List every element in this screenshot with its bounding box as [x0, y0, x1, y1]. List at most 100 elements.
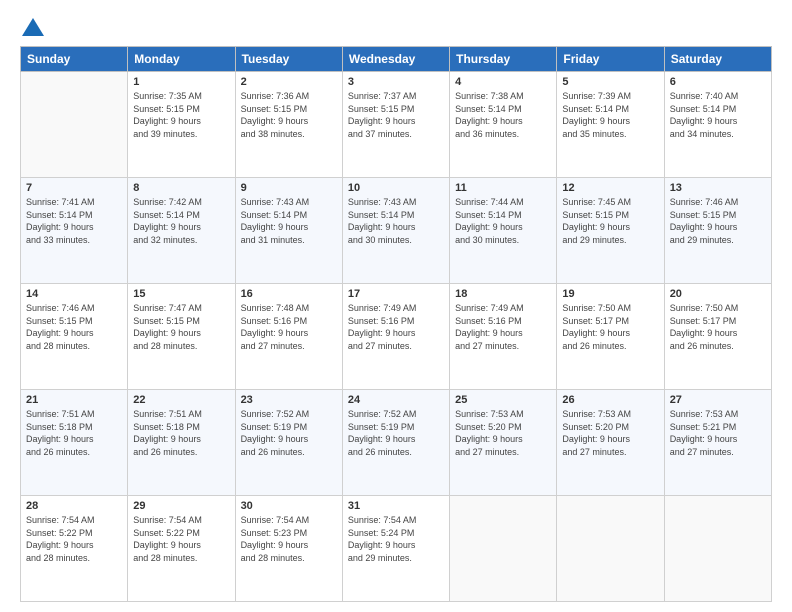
- day-number: 21: [26, 394, 122, 406]
- day-number: 14: [26, 288, 122, 300]
- calendar-week-1: 1Sunrise: 7:35 AMSunset: 5:15 PMDaylight…: [21, 72, 772, 178]
- day-number: 18: [455, 288, 551, 300]
- calendar-header-saturday: Saturday: [664, 47, 771, 72]
- day-number: 30: [241, 500, 337, 512]
- calendar-cell: 30 Sunrise: 7:54 AMSunset: 5:23 PMDayligh…: [235, 496, 342, 602]
- day-number: 23: [241, 394, 337, 406]
- day-info: Sunrise: 7:52 AMSunset: 5:19 PMDaylight:…: [348, 408, 444, 458]
- day-number: 3: [348, 76, 444, 88]
- day-info: Sunrise: 7:53 AMSunset: 5:20 PMDaylight:…: [562, 408, 658, 458]
- day-number: 17: [348, 288, 444, 300]
- calendar-cell: [450, 496, 557, 602]
- calendar-cell: 5Sunrise: 7:39 AMSunset: 5:14 PMDaylight…: [557, 72, 664, 178]
- day-info: Sunrise: 7:53 AMSunset: 5:20 PMDaylight:…: [455, 408, 551, 458]
- day-info: Sunrise: 7:50 AMSunset: 5:17 PMDaylight:…: [562, 302, 658, 352]
- day-info: Sunrise: 7:40 AMSunset: 5:14 PMDaylight:…: [670, 90, 766, 140]
- day-info: Sunrise: 7:54 AMSunset: 5:22 PMDaylight:…: [26, 514, 122, 564]
- day-number: 27: [670, 394, 766, 406]
- day-number: 26: [562, 394, 658, 406]
- day-info: Sunrise: 7:54 AMSunset: 5:24 PMDaylight:…: [348, 514, 444, 564]
- calendar-cell: [664, 496, 771, 602]
- day-number: 13: [670, 182, 766, 194]
- day-info: Sunrise: 7:37 AMSunset: 5:15 PMDaylight:…: [348, 90, 444, 140]
- day-number: 16: [241, 288, 337, 300]
- day-number: 12: [562, 182, 658, 194]
- day-number: 22: [133, 394, 229, 406]
- calendar-cell: 14 Sunrise: 7:46 AMSunset: 5:15 PMDayligh…: [21, 284, 128, 390]
- day-info: Sunrise: 7:53 AMSunset: 5:21 PMDaylight:…: [670, 408, 766, 458]
- day-info: Sunrise: 7:41 AMSunset: 5:14 PMDaylight:…: [26, 196, 122, 246]
- calendar-week-2: 7 Sunrise: 7:41 AMSunset: 5:14 PMDaylight…: [21, 178, 772, 284]
- day-number: 7: [26, 182, 122, 194]
- calendar-cell: 16 Sunrise: 7:48 AMSunset: 5:16 PMDayligh…: [235, 284, 342, 390]
- day-number: 28: [26, 500, 122, 512]
- day-info: Sunrise: 7:45 AMSunset: 5:15 PMDaylight:…: [562, 196, 658, 246]
- calendar-header-friday: Friday: [557, 47, 664, 72]
- day-info: Sunrise: 7:43 AMSunset: 5:14 PMDaylight:…: [348, 196, 444, 246]
- calendar-cell: [557, 496, 664, 602]
- page: SundayMondayTuesdayWednesdayThursdayFrid…: [0, 0, 792, 612]
- day-info: Sunrise: 7:54 AMSunset: 5:22 PMDaylight:…: [133, 514, 229, 564]
- calendar-week-5: 28 Sunrise: 7:54 AMSunset: 5:22 PMDayligh…: [21, 496, 772, 602]
- calendar-cell: 4Sunrise: 7:38 AMSunset: 5:14 PMDaylight…: [450, 72, 557, 178]
- calendar-cell: 12 Sunrise: 7:45 AMSunset: 5:15 PMDayligh…: [557, 178, 664, 284]
- calendar-cell: 15 Sunrise: 7:47 AMSunset: 5:15 PMDayligh…: [128, 284, 235, 390]
- day-info: Sunrise: 7:39 AMSunset: 5:14 PMDaylight:…: [562, 90, 658, 140]
- day-info: Sunrise: 7:38 AMSunset: 5:14 PMDaylight:…: [455, 90, 551, 140]
- day-info: Sunrise: 7:50 AMSunset: 5:17 PMDaylight:…: [670, 302, 766, 352]
- day-number: 31: [348, 500, 444, 512]
- header: [20, 18, 772, 36]
- calendar-header-sunday: Sunday: [21, 47, 128, 72]
- day-number: 19: [562, 288, 658, 300]
- day-info: Sunrise: 7:36 AMSunset: 5:15 PMDaylight:…: [241, 90, 337, 140]
- logo-icon: [22, 18, 44, 36]
- day-info: Sunrise: 7:51 AMSunset: 5:18 PMDaylight:…: [26, 408, 122, 458]
- calendar-cell: 27 Sunrise: 7:53 AMSunset: 5:21 PMDayligh…: [664, 390, 771, 496]
- day-info: Sunrise: 7:47 AMSunset: 5:15 PMDaylight:…: [133, 302, 229, 352]
- day-info: Sunrise: 7:48 AMSunset: 5:16 PMDaylight:…: [241, 302, 337, 352]
- calendar-cell: 3 Sunrise: 7:37 AMSunset: 5:15 PMDaylight…: [342, 72, 449, 178]
- day-info: Sunrise: 7:43 AMSunset: 5:14 PMDaylight:…: [241, 196, 337, 246]
- calendar-cell: 29 Sunrise: 7:54 AMSunset: 5:22 PMDayligh…: [128, 496, 235, 602]
- calendar-cell: 19 Sunrise: 7:50 AMSunset: 5:17 PMDayligh…: [557, 284, 664, 390]
- day-number: 20: [670, 288, 766, 300]
- calendar-cell: 28 Sunrise: 7:54 AMSunset: 5:22 PMDayligh…: [21, 496, 128, 602]
- calendar-cell: 8 Sunrise: 7:42 AMSunset: 5:14 PMDaylight…: [128, 178, 235, 284]
- day-number: 8: [133, 182, 229, 194]
- calendar-cell: 21 Sunrise: 7:51 AMSunset: 5:18 PMDayligh…: [21, 390, 128, 496]
- day-info: Sunrise: 7:35 AMSunset: 5:15 PMDaylight:…: [133, 90, 229, 140]
- day-info: Sunrise: 7:54 AMSunset: 5:23 PMDaylight:…: [241, 514, 337, 564]
- calendar-table: SundayMondayTuesdayWednesdayThursdayFrid…: [20, 46, 772, 602]
- calendar-cell: 23 Sunrise: 7:52 AMSunset: 5:19 PMDayligh…: [235, 390, 342, 496]
- calendar-cell: 2Sunrise: 7:36 AMSunset: 5:15 PMDaylight…: [235, 72, 342, 178]
- calendar-header-tuesday: Tuesday: [235, 47, 342, 72]
- calendar-header-wednesday: Wednesday: [342, 47, 449, 72]
- calendar-cell: 18 Sunrise: 7:49 AMSunset: 5:16 PMDayligh…: [450, 284, 557, 390]
- calendar-cell: 1Sunrise: 7:35 AMSunset: 5:15 PMDaylight…: [128, 72, 235, 178]
- calendar-cell: 6 Sunrise: 7:40 AMSunset: 5:14 PMDaylight…: [664, 72, 771, 178]
- calendar-week-4: 21 Sunrise: 7:51 AMSunset: 5:18 PMDayligh…: [21, 390, 772, 496]
- calendar-cell: 9 Sunrise: 7:43 AMSunset: 5:14 PMDaylight…: [235, 178, 342, 284]
- calendar-cell: 22 Sunrise: 7:51 AMSunset: 5:18 PMDayligh…: [128, 390, 235, 496]
- day-info: Sunrise: 7:46 AMSunset: 5:15 PMDaylight:…: [26, 302, 122, 352]
- day-number: 11: [455, 182, 551, 194]
- calendar-body: 1Sunrise: 7:35 AMSunset: 5:15 PMDaylight…: [21, 72, 772, 602]
- calendar-cell: 10Sunrise: 7:43 AMSunset: 5:14 PMDayligh…: [342, 178, 449, 284]
- calendar-week-3: 14 Sunrise: 7:46 AMSunset: 5:15 PMDayligh…: [21, 284, 772, 390]
- day-number: 29: [133, 500, 229, 512]
- calendar-cell: 20 Sunrise: 7:50 AMSunset: 5:17 PMDayligh…: [664, 284, 771, 390]
- day-info: Sunrise: 7:52 AMSunset: 5:19 PMDaylight:…: [241, 408, 337, 458]
- day-info: Sunrise: 7:51 AMSunset: 5:18 PMDaylight:…: [133, 408, 229, 458]
- day-info: Sunrise: 7:42 AMSunset: 5:14 PMDaylight:…: [133, 196, 229, 246]
- calendar-cell: 31 Sunrise: 7:54 AMSunset: 5:24 PMDayligh…: [342, 496, 449, 602]
- calendar-header-row: SundayMondayTuesdayWednesdayThursdayFrid…: [21, 47, 772, 72]
- day-info: Sunrise: 7:49 AMSunset: 5:16 PMDaylight:…: [455, 302, 551, 352]
- day-number: 6: [670, 76, 766, 88]
- calendar-cell: [21, 72, 128, 178]
- calendar-cell: 17 Sunrise: 7:49 AMSunset: 5:16 PMDayligh…: [342, 284, 449, 390]
- calendar-cell: 24Sunrise: 7:52 AMSunset: 5:19 PMDayligh…: [342, 390, 449, 496]
- day-info: Sunrise: 7:49 AMSunset: 5:16 PMDaylight:…: [348, 302, 444, 352]
- logo: [20, 18, 44, 36]
- day-number: 15: [133, 288, 229, 300]
- day-number: 9: [241, 182, 337, 194]
